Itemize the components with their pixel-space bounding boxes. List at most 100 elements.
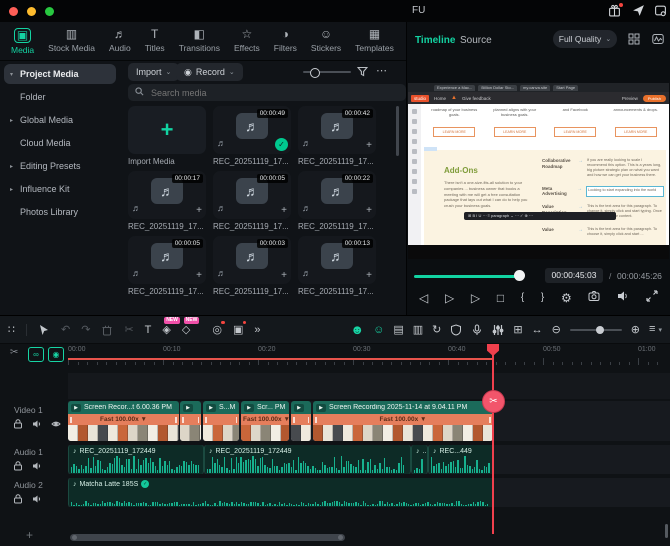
add-to-timeline-icon[interactable]: + — [366, 207, 372, 215]
smart-scene-cut-icon[interactable]: ▣ — [233, 323, 243, 337]
nav-tab[interactable]: ◑ Filters — [267, 25, 304, 58]
redo-icon[interactable]: ↷ — [81, 323, 90, 337]
thumbnail-size-slider[interactable] — [303, 71, 351, 73]
undo-icon[interactable]: ↶ — [61, 323, 70, 337]
tab-source[interactable]: Source — [460, 35, 492, 46]
clip-speed-bar[interactable]: Fast 100.00x ▼ — [68, 414, 179, 425]
sidebar-item[interactable]: ▸ Editing Presets — [4, 156, 116, 176]
ripple-edit-icon[interactable]: ✂ — [10, 347, 18, 358]
quick-split-scissors-icon[interactable]: ✂ — [482, 390, 505, 413]
sidebar-item[interactable]: ▾ Project Media — [4, 64, 116, 84]
zoom-out-icon[interactable]: ⊖ — [552, 323, 561, 337]
playback-settings-icon[interactable]: ⚙ — [561, 290, 572, 306]
add-to-timeline-icon[interactable]: + — [366, 272, 372, 280]
timeline-vertical-scrollbar[interactable] — [665, 524, 668, 538]
audio-mixer-icon[interactable] — [492, 324, 504, 336]
timeline-ruler[interactable]: ✂ ∞ ◉ 00:0000:1000:2000:3000:4000:5001:0… — [0, 344, 670, 368]
add-to-timeline-icon[interactable]: + — [366, 142, 372, 150]
export-clip-icon[interactable]: ▤ — [393, 323, 403, 337]
mark-in-button[interactable]: { — [521, 290, 524, 306]
nav-tab[interactable]: ◧ Transitions — [172, 25, 227, 58]
close-window-button[interactable] — [9, 7, 18, 16]
gift-icon[interactable] — [608, 4, 622, 18]
media-tile[interactable]: ♬ ♬ 00:00:42 + REC_20251119_17... — [298, 106, 376, 166]
share-icon[interactable] — [632, 4, 646, 18]
video-clip[interactable]: ▶ Screen Recor...t 6.00.36 PM Fast 100.0… — [68, 401, 179, 441]
next-frame-button[interactable]: ▷ — [445, 290, 454, 306]
record-button[interactable]: ◉ Record⌄ — [176, 63, 243, 81]
track-magnet-icon[interactable]: ◉ — [48, 347, 64, 362]
track-manager-icon[interactable]: ≡ ▾ — [649, 322, 662, 338]
media-tile[interactable]: ♬ ♬ 00:00:05 + REC_20251119_17... — [213, 171, 291, 231]
video-clip[interactable]: ▶ Screen Recording 2025-11-14 at 9.04.11… — [313, 401, 493, 441]
video-clip[interactable]: ▶ Scr... PM Fast 100.00x ▼ — [241, 401, 289, 441]
text-tool-icon[interactable]: T — [145, 323, 152, 337]
media-tile[interactable]: ♬ ♬ 00:00:22 + REC_20251119_17... — [298, 171, 376, 231]
stop-button[interactable]: □ — [497, 290, 504, 306]
toolbox-icon[interactable]: ∷ — [8, 323, 15, 337]
add-to-timeline-icon[interactable]: + — [281, 272, 287, 280]
playback-quality-dropdown[interactable]: Full Quality⌄ — [553, 30, 617, 48]
video-clip[interactable]: ▶ S...M — [203, 401, 239, 441]
nav-tab[interactable]: ♬ Audio — [102, 25, 138, 58]
preview-video-frame[interactable]: Experience a Mac...Billion Dollar Sto...… — [408, 83, 669, 259]
sidebar-item[interactable]: Folder — [4, 87, 116, 107]
ai-copilot-icon[interactable]: ☺ — [373, 323, 384, 337]
fit-timeline-icon[interactable]: ↔ — [532, 323, 543, 337]
volume-icon[interactable] — [617, 290, 629, 306]
sidebar-item[interactable]: ▸ Global Media — [4, 110, 116, 130]
nav-tab[interactable]: ▥ Stock Media — [41, 25, 102, 58]
zoom-in-icon[interactable]: ⊕ — [631, 323, 640, 337]
voiceover-mic-icon[interactable] — [471, 324, 483, 336]
nav-tab[interactable]: T Titles — [138, 25, 172, 58]
media-tile[interactable]: ♬ ♬ 00:00:03 + REC_20251119_17... — [213, 236, 291, 296]
minimize-window-button[interactable] — [27, 7, 36, 16]
scopes-icon[interactable] — [652, 33, 664, 47]
clip-speed-bar[interactable]: Fast 100.00x ▼ — [313, 414, 493, 425]
play-button[interactable]: ▷ — [471, 290, 480, 306]
seek-handle[interactable] — [514, 270, 525, 281]
clip-speed-bar[interactable] — [203, 414, 239, 425]
split-icon[interactable]: ✂ — [124, 323, 133, 337]
link-clips-icon[interactable]: ∞ — [28, 347, 44, 362]
snapshot-icon[interactable] — [588, 290, 600, 306]
nav-tab[interactable]: ▦ Templates — [348, 25, 401, 58]
add-track-button[interactable]: + — [26, 528, 33, 542]
clip-speed-bar[interactable] — [180, 414, 201, 425]
import-media-tile[interactable]: + Import Media — [128, 106, 206, 166]
grid-view-icon[interactable] — [628, 33, 640, 47]
export-icon[interactable] — [654, 4, 668, 18]
add-to-timeline-icon[interactable]: + — [196, 207, 202, 215]
previous-frame-button[interactable]: ◁ — [419, 290, 428, 306]
sidebar-item[interactable]: Cloud Media — [4, 133, 116, 153]
sidebar-item[interactable]: Photos Library — [4, 202, 116, 222]
search-input[interactable] — [149, 87, 363, 99]
add-to-timeline-icon[interactable]: + — [281, 207, 287, 215]
audio-clip[interactable]: ♪ REC...449 — [428, 445, 494, 474]
playhead[interactable] — [492, 346, 494, 534]
seek-bar[interactable] — [414, 275, 518, 278]
pip-tool-icon[interactable]: ◈NEW — [162, 323, 170, 337]
render-preview-icon[interactable]: ↻ — [432, 323, 441, 337]
frame-grab-icon[interactable]: ⊞ — [513, 323, 522, 337]
video-clip[interactable]: ▶ — [291, 401, 311, 441]
sidebar-item[interactable]: ▸ Influence Kit — [4, 179, 116, 199]
timeline-horizontal-scrollbar[interactable] — [70, 534, 345, 541]
more-options-icon[interactable]: ⋯ — [376, 64, 387, 77]
nav-tab[interactable]: ☆ Effects — [227, 25, 267, 58]
clip-speed-bar[interactable] — [291, 414, 311, 425]
audio-clip[interactable]: ♪ REC_20251119_172449 — [68, 445, 204, 474]
media-tile[interactable]: ♬ ♬ 00:00:49 ✓ REC_20251119_17... — [213, 106, 291, 166]
video-clip[interactable]: ▶ — [180, 401, 201, 441]
import-clip-icon[interactable]: ▥ — [413, 323, 423, 337]
current-timecode[interactable]: 00:00:45:03 — [545, 268, 603, 283]
safe-area-icon[interactable] — [450, 324, 462, 336]
delete-icon[interactable] — [101, 324, 113, 336]
maximize-window-button[interactable] — [45, 7, 54, 16]
fullscreen-icon[interactable] — [646, 290, 658, 306]
keyframe-tool-icon[interactable]: ◇NEW — [182, 323, 190, 337]
nav-tab[interactable]: ▣ Media — [4, 25, 41, 58]
nav-tab[interactable]: ☺ Stickers — [304, 25, 348, 58]
music-clip[interactable]: ♪ Matcha Latte 185S ✓ — [68, 478, 494, 507]
timeline-zoom-slider[interactable] — [570, 329, 622, 331]
